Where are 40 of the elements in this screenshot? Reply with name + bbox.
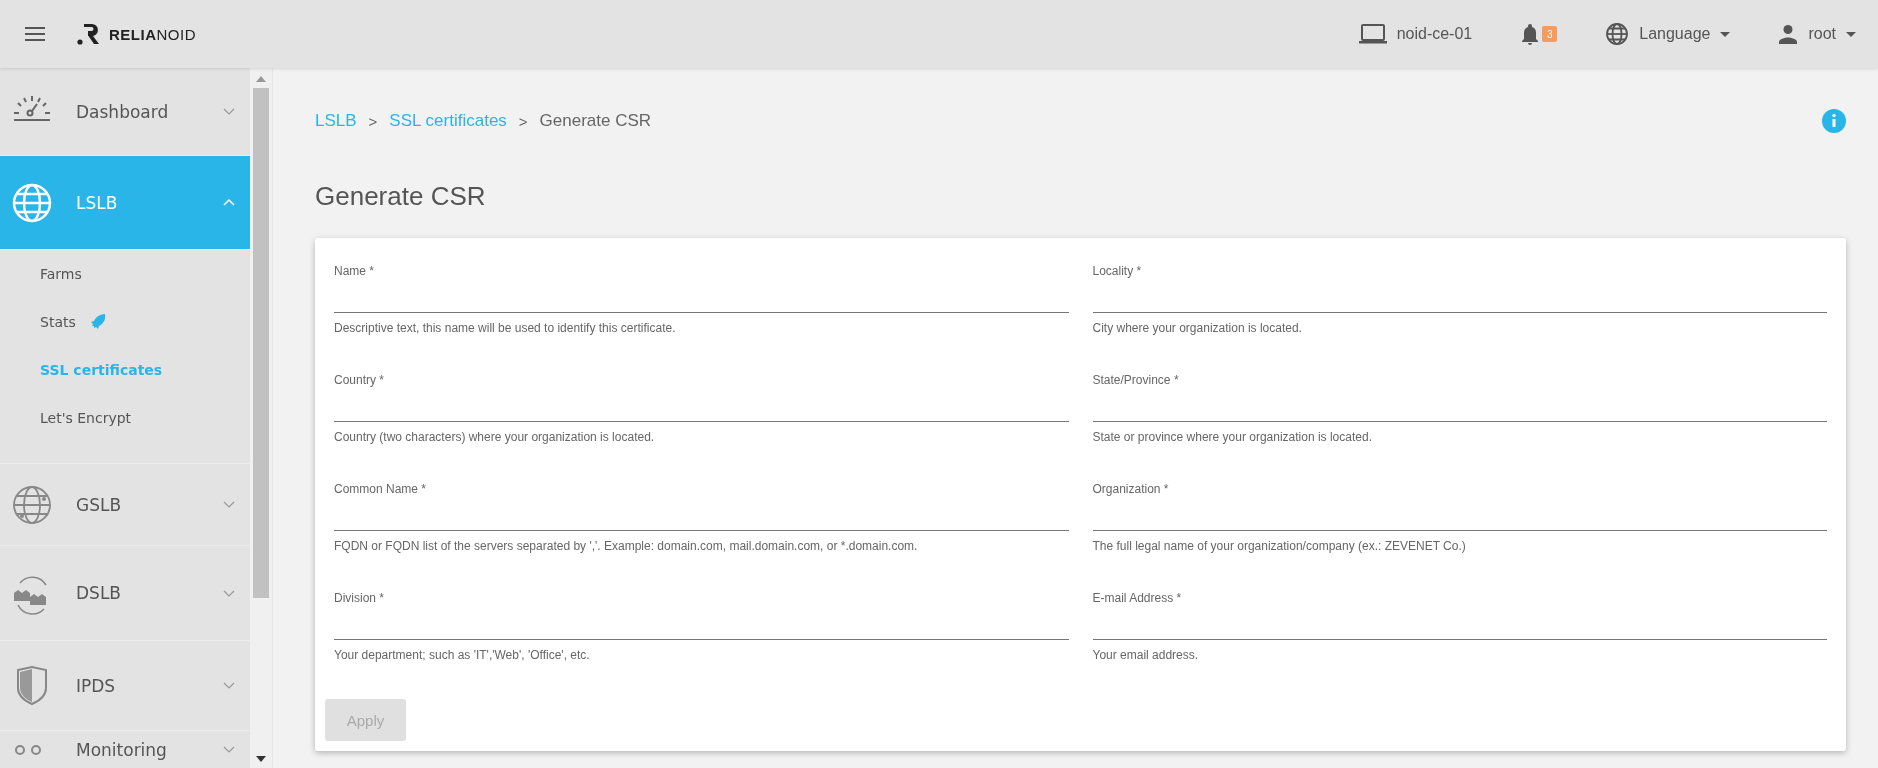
bell-icon: [1520, 22, 1541, 46]
submenu-item[interactable]: Stats: [0, 298, 250, 346]
field-label: E-mail Address *: [1092, 590, 1183, 606]
field-label: Country *: [334, 372, 386, 388]
globe-icon: [1605, 22, 1630, 46]
field-label: State/Province *: [1092, 372, 1180, 388]
breadcrumb-current: Generate CSR: [539, 111, 652, 131]
caret-icon: [1846, 31, 1856, 37]
laptop-icon: [1357, 23, 1388, 45]
brand-name: RELIANOID: [109, 25, 196, 43]
host-name: noid-ce-01: [1396, 25, 1473, 43]
field-label: Organization *: [1092, 481, 1170, 497]
menu-icon: [25, 26, 45, 42]
field-help-text: Country (two characters) where your organization is located.: [334, 430, 656, 445]
field-help-text: Your department; such as 'IT','Web', 'Office', etc.: [334, 648, 591, 663]
field-label: Common Name *: [334, 481, 428, 497]
user-icon: [1778, 24, 1799, 44]
field-label: Division *: [334, 590, 385, 606]
submenu-item[interactable]: Farms: [0, 250, 250, 298]
field-help-text: Your email address.: [1092, 648, 1200, 663]
info-icon[interactable]: [1822, 109, 1846, 133]
page-title: Generate CSR: [315, 181, 487, 211]
field-label: Name *: [334, 263, 375, 279]
scrollbar-thumb[interactable]: [253, 88, 269, 598]
breadcrumb-separator: >: [368, 112, 378, 130]
field-help-text: City where your organization is located.: [1092, 321, 1303, 336]
language-dropdown[interactable]: Language: [1605, 22, 1731, 46]
logo-icon: [77, 22, 101, 46]
notification-count: 3: [1542, 26, 1558, 42]
field-help-text: The full legal name of your organization/company (ex.: ZEVENET Co.): [1092, 539, 1467, 554]
scroll-down-icon: [256, 756, 266, 762]
user-menu[interactable]: root: [1778, 24, 1856, 44]
scroll-up-icon: [256, 76, 266, 82]
caret-icon: [1720, 31, 1731, 37]
breadcrumb-separator: >: [518, 112, 528, 130]
field-label: Locality *: [1092, 263, 1143, 279]
field-help-text: FQDN or FQDN list of the servers separated by ','. Example: domain.com, mail.domain.com, or *.domain.com.: [334, 539, 919, 554]
field-help-text: State or province where your organization is located.: [1092, 430, 1373, 445]
submenu-item[interactable]: Let's Encrypt: [0, 394, 250, 442]
field-help-text: Descriptive text, this name will be used to identify this certificate.: [334, 321, 677, 336]
